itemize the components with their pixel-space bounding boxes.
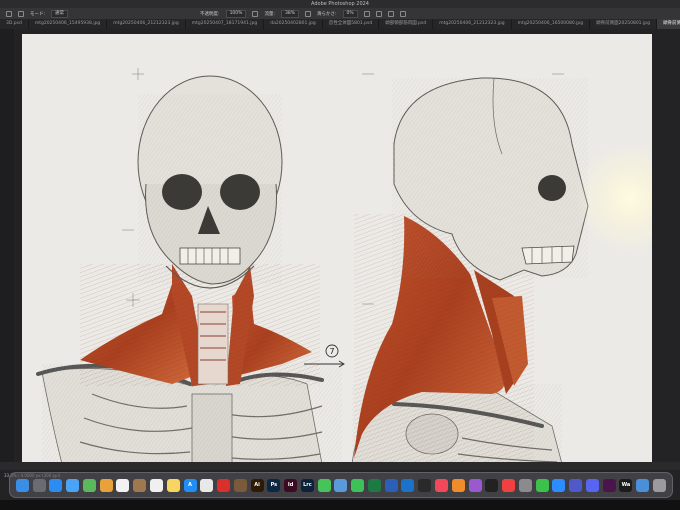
document-tab[interactable]: mtg20250406_21212323.jpg: [107, 19, 186, 29]
chrome-icon[interactable]: [200, 478, 214, 492]
document-tab[interactable]: mtg20250406_16500080.jpg: [512, 19, 591, 29]
pressure-size-icon[interactable]: [387, 10, 394, 17]
document-tab[interactable]: 首性全体図5801.psd: [323, 19, 380, 29]
downloads-icon[interactable]: [636, 478, 650, 492]
line-icon[interactable]: [535, 478, 549, 492]
tv-icon[interactable]: [485, 478, 499, 492]
maps-icon[interactable]: [82, 478, 96, 492]
messages-icon[interactable]: [317, 478, 331, 492]
document-tab[interactable]: 頭骨前側面20250801.jpg: [590, 19, 657, 29]
flow-input[interactable]: 38%: [280, 9, 299, 18]
preview-icon[interactable]: [334, 478, 348, 492]
document-tabs: 3D.psd mtg20250406_15495938.jpg mtg2025040…: [0, 19, 680, 29]
outlook-icon[interactable]: [401, 478, 415, 492]
document-tab[interactable]: da20250402801.jpg: [264, 19, 323, 29]
symmetry-icon[interactable]: [399, 10, 406, 17]
smoothing-input[interactable]: 0%: [342, 9, 358, 18]
acrobat-icon[interactable]: [217, 478, 231, 492]
brush-preset-icon[interactable]: [18, 10, 24, 17]
flow-label: 流量:: [264, 11, 275, 17]
photoshop-icon[interactable]: Ps: [267, 478, 281, 492]
mode-select[interactable]: 通常: [51, 9, 69, 18]
appstore-icon[interactable]: A: [183, 478, 197, 492]
teams-icon[interactable]: [569, 478, 583, 492]
title-bar: Adobe Photoshop 2024: [0, 0, 680, 8]
bridge-icon[interactable]: [233, 478, 247, 492]
document-tab[interactable]: mtg20250406_21212323.jpg: [433, 19, 512, 29]
angle-icon[interactable]: [375, 10, 382, 17]
lightroom-icon[interactable]: Lrc: [300, 478, 314, 492]
brush-tool-icon[interactable]: [6, 10, 12, 17]
window-title: Adobe Photoshop 2024: [311, 1, 369, 7]
annotation-number: 7: [329, 347, 334, 356]
mode-label: モード:: [30, 11, 46, 17]
contacts-icon[interactable]: [133, 478, 147, 492]
document-canvas[interactable]: 7: [22, 34, 652, 462]
facetime-icon[interactable]: [351, 478, 365, 492]
slack-icon[interactable]: [602, 478, 616, 492]
news-icon[interactable]: [502, 478, 516, 492]
document-tab[interactable]: 頭部頸部筋肉図.psd: [379, 19, 434, 29]
terminal-icon[interactable]: [418, 478, 432, 492]
calendar-icon[interactable]: [116, 478, 130, 492]
airbrush-icon[interactable]: [304, 10, 311, 17]
finder-icon[interactable]: [15, 478, 29, 492]
bezel: [0, 500, 680, 510]
screen: Adobe Photoshop 2024 モード: 通常 不透明度: 100% …: [0, 0, 680, 510]
document-tab[interactable]: 3D.psd: [0, 19, 29, 29]
excel-icon[interactable]: [367, 478, 381, 492]
podcasts-icon[interactable]: [468, 478, 482, 492]
options-bar: モード: 通常 不透明度: 100% 流量: 38% 滑らかさ: 0%: [0, 8, 680, 19]
launchpad-icon[interactable]: [32, 478, 46, 492]
dock: A Ai Ps Id Lrc Wa: [9, 472, 673, 498]
document-tab[interactable]: 頭骨前側面20250801.psd @ 33.3% (レイヤー...: [656, 19, 680, 29]
trash-icon[interactable]: [652, 478, 666, 492]
gear-icon[interactable]: [363, 10, 370, 17]
document-tab[interactable]: mtg20250406_15495938.jpg: [29, 19, 108, 29]
side-skull: [392, 77, 589, 281]
notes-icon[interactable]: [166, 478, 180, 492]
front-skull: [137, 75, 283, 289]
settings-icon[interactable]: [518, 478, 532, 492]
anatomy-illustration: 7: [36, 68, 589, 462]
word-icon[interactable]: [384, 478, 398, 492]
pressure-opacity-icon[interactable]: [252, 10, 259, 17]
status-bar: 33.3% / 4.0000 px (300 ppi): [0, 462, 680, 478]
wacom-icon[interactable]: Wa: [619, 478, 633, 492]
smoothing-label: 滑らかさ:: [316, 11, 337, 17]
photos-icon[interactable]: [99, 478, 113, 492]
music-icon[interactable]: [435, 478, 449, 492]
zoom-icon[interactable]: [552, 478, 566, 492]
discord-icon[interactable]: [585, 478, 599, 492]
tools-panel: [0, 29, 14, 469]
books-icon[interactable]: [451, 478, 465, 492]
safari-icon[interactable]: [49, 478, 63, 492]
illustrator-icon[interactable]: Ai: [250, 478, 264, 492]
reminders-icon[interactable]: [150, 478, 163, 492]
opacity-label: 不透明度:: [200, 11, 220, 17]
document-tab[interactable]: mtg20250407_18171941.jpg: [186, 19, 265, 29]
mail-icon[interactable]: [66, 478, 80, 492]
opacity-input[interactable]: 100%: [225, 9, 247, 18]
indesign-icon[interactable]: Id: [284, 478, 298, 492]
